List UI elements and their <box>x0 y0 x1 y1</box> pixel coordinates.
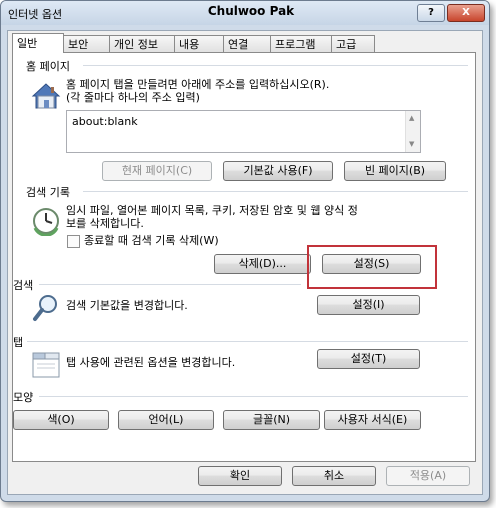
address-scrollbar[interactable]: ▲ ▼ <box>405 111 420 152</box>
colors-button[interactable]: 색(O) <box>13 410 109 430</box>
home-section-label: 홈 페이지 <box>26 60 70 73</box>
tabs-window-icon <box>31 350 61 380</box>
cancel-button[interactable]: 취소 <box>292 466 376 486</box>
internet-options-window: 인터넷 옵션 Chulwoo Pak ? X 일반 보안 개인 정보 내용 연결… <box>0 0 490 502</box>
apply-button[interactable]: 적용(A) <box>386 466 470 486</box>
fonts-button[interactable]: 글꼴(N) <box>223 410 320 430</box>
history-description-1: 임시 파일, 열어본 페이지 목록, 쿠키, 저장된 암호 및 웹 양식 정 <box>66 204 358 217</box>
use-blank-button[interactable]: 빈 페이지(B) <box>344 161 446 181</box>
window-title: 인터넷 옵션 <box>8 8 63 21</box>
appearance-divider <box>39 396 468 397</box>
home-description-1: 홈 페이지 탭을 만들려면 아래에 주소를 입력하십시오(R). <box>66 78 330 91</box>
search-description: 검색 기본값을 변경합니다. <box>66 299 188 312</box>
scroll-down-icon[interactable]: ▼ <box>409 140 414 148</box>
search-settings-button[interactable]: 설정(I) <box>317 295 420 315</box>
history-section-label: 검색 기록 <box>26 186 70 199</box>
ok-button[interactable]: 확인 <box>198 466 282 486</box>
tab-security[interactable]: 보안 <box>63 35 110 52</box>
tab-advanced[interactable]: 고급 <box>331 35 375 52</box>
tab-general[interactable]: 일반 <box>12 33 64 53</box>
use-current-button[interactable]: 현재 페이지(C) <box>102 161 212 181</box>
tabs-settings-button[interactable]: 설정(T) <box>317 349 420 369</box>
general-tab-panel: 홈 페이지 홈 페이지 탭을 만들려면 아래에 주소를 입력하십시오(R). (… <box>12 52 476 462</box>
tabs-section-label: 탭 <box>13 336 24 349</box>
search-section-label: 검색 <box>13 279 34 292</box>
home-page-address-value: about:blank <box>72 115 138 128</box>
tab-privacy[interactable]: 개인 정보 <box>109 35 175 52</box>
window-owner-title: Chulwoo Pak <box>207 4 295 18</box>
home-description-2: (각 줄마다 하나의 주소 입력) <box>66 91 200 104</box>
home-icon <box>31 82 61 110</box>
tab-content[interactable]: 내용 <box>174 35 224 52</box>
tab-connections[interactable]: 연결 <box>223 35 271 52</box>
title-bar[interactable]: 인터넷 옵션 Chulwoo Pak ? X <box>1 1 489 25</box>
tabs-divider <box>27 341 468 342</box>
home-page-address-field[interactable]: about:blank ▲ ▼ <box>66 110 421 153</box>
delete-on-exit-label[interactable]: 종료할 때 검색 기록 삭제(W) <box>84 234 219 247</box>
scroll-up-icon[interactable]: ▲ <box>409 114 414 122</box>
languages-button[interactable]: 언어(L) <box>118 410 214 430</box>
highlight-box <box>307 245 437 289</box>
history-description-2: 보를 삭제합니다. <box>66 217 144 230</box>
use-default-button[interactable]: 기본값 사용(F) <box>223 161 333 181</box>
delete-on-exit-checkbox[interactable] <box>67 235 80 248</box>
delete-history-button[interactable]: 삭제(D)... <box>214 254 311 274</box>
tab-programs[interactable]: 프로그램 <box>270 35 332 52</box>
appearance-section-label: 모양 <box>13 391 34 404</box>
home-divider <box>83 65 468 66</box>
history-divider <box>83 191 468 192</box>
accessibility-button[interactable]: 사용자 서식(E) <box>324 410 421 430</box>
search-magnifier-icon <box>31 293 61 323</box>
tabs-description: 탭 사용에 관련된 옵션을 변경합니다. <box>66 356 236 369</box>
history-clock-icon <box>31 206 61 237</box>
dialog-body: 일반 보안 개인 정보 내용 연결 프로그램 고급 홈 페이지 홈 페이지 탭을… <box>7 30 483 495</box>
help-button[interactable]: ? <box>417 4 445 22</box>
search-divider <box>39 284 301 285</box>
close-button[interactable]: X <box>447 4 485 22</box>
